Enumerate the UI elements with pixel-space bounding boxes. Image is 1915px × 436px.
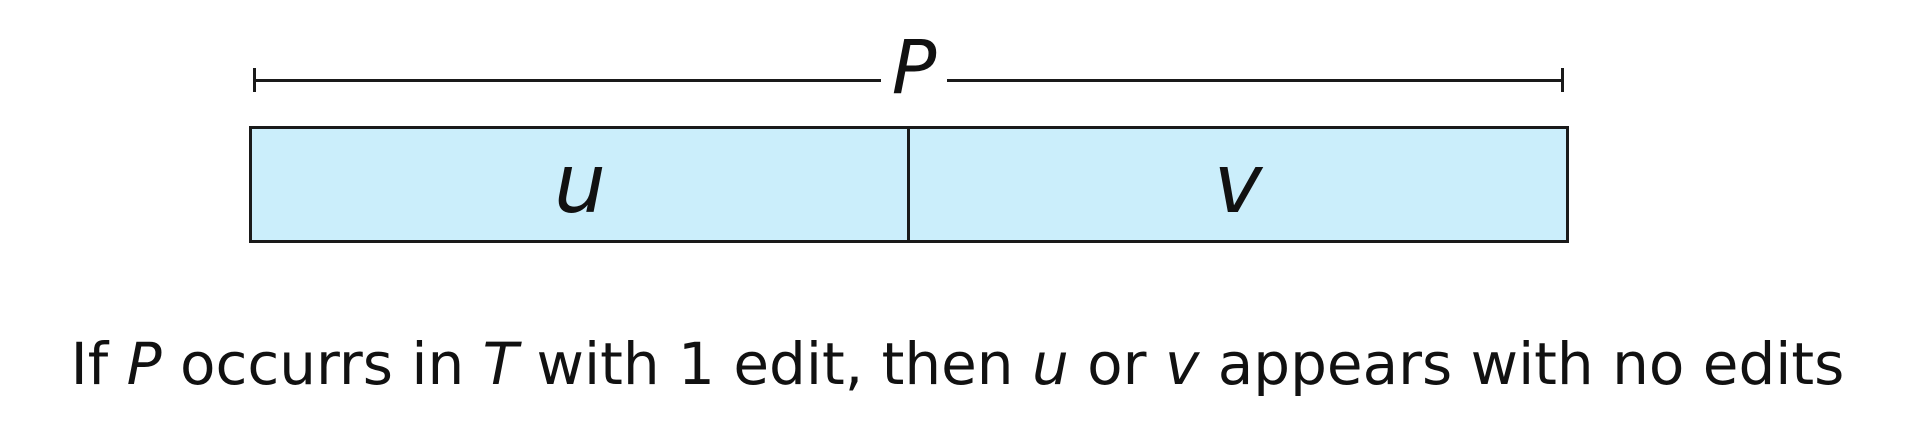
caption-part: with 1 edit, then [518, 330, 1032, 398]
caption-part: P [126, 330, 162, 398]
span-line-left [254, 79, 881, 82]
caption-part: occurrs in [161, 330, 483, 398]
span-right-tick [1561, 68, 1564, 92]
caption-part: v [1164, 330, 1200, 398]
caption-part: appears with no edits [1199, 330, 1845, 398]
caption-part: If [70, 330, 127, 398]
span-line-right [947, 79, 1562, 82]
segment-v: v [907, 126, 1569, 243]
caption: If P occurrs in T with 1 edit, then u or… [0, 322, 1915, 406]
segment-v-label: v [1213, 137, 1263, 232]
segment-u: u [249, 126, 911, 243]
caption-part: u [1031, 330, 1069, 398]
segment-u-label: u [554, 137, 606, 232]
caption-part: T [482, 330, 519, 398]
span-label-p: P [891, 25, 937, 111]
caption-part: or [1068, 330, 1165, 398]
